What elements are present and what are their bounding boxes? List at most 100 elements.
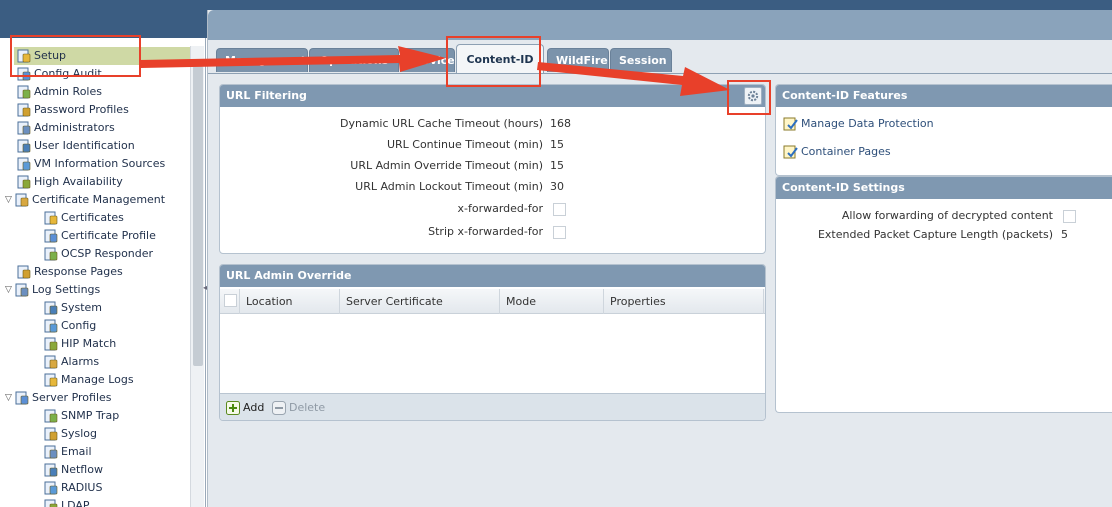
container-pages-link[interactable]: Container Pages bbox=[782, 143, 891, 161]
sidebar-item-syslog[interactable]: Syslog bbox=[44, 425, 97, 443]
settings-value: 5 bbox=[1061, 228, 1068, 241]
sidebar-item-label: User Identification bbox=[34, 139, 135, 152]
uf-label: URL Admin Override Timeout (min) bbox=[350, 159, 543, 172]
uf-label: x-forwarded-for bbox=[457, 202, 544, 215]
uf-row-strip-xff: Strip x-forwarded-for bbox=[220, 223, 765, 241]
sidebar-item-radius[interactable]: RADIUS bbox=[44, 479, 102, 497]
tab-session[interactable]: Session bbox=[610, 48, 672, 72]
sidebar-item-label: Certificate Management bbox=[32, 193, 166, 206]
url-admin-override-title: URL Admin Override bbox=[220, 265, 765, 287]
main-content: Management Operations Services Content-I… bbox=[207, 10, 1112, 507]
sidebar-item-label: Certificates bbox=[61, 211, 124, 224]
user-identification-icon bbox=[17, 139, 31, 153]
sidebar-item-certificate-management[interactable]: ▽ Certificate Management bbox=[5, 191, 165, 209]
sidebar-item-label: Response Pages bbox=[34, 265, 123, 278]
system-icon bbox=[44, 301, 58, 315]
delete-label: Delete bbox=[289, 401, 326, 414]
data-protection-icon bbox=[783, 117, 798, 131]
uf-row-cache-timeout: Dynamic URL Cache Timeout (hours) 168 bbox=[220, 115, 765, 133]
sidebar-item-label: RADIUS bbox=[61, 481, 103, 494]
password-profiles-icon bbox=[17, 103, 31, 117]
sidebar-item-system[interactable]: System bbox=[44, 299, 102, 317]
tab-wildfire[interactable]: WildFire bbox=[547, 48, 609, 72]
column-server-certificate[interactable]: Server Certificate bbox=[340, 289, 500, 314]
sidebar-item-vm-information-sources[interactable]: VM Information Sources bbox=[17, 155, 165, 173]
sidebar-item-label: Administrators bbox=[34, 121, 115, 134]
column-properties[interactable]: Properties bbox=[604, 289, 764, 314]
annotation-box-content-id-tab bbox=[446, 36, 541, 87]
tab-operations[interactable]: Operations bbox=[309, 48, 399, 72]
manage-data-protection-label: Manage Data Protection bbox=[801, 117, 934, 130]
administrators-icon bbox=[17, 121, 31, 135]
certificate-profile-icon bbox=[44, 229, 58, 243]
content-id-settings-panel: Content-ID Settings Allow forwarding of … bbox=[775, 176, 1112, 413]
sidebar-item-user-identification[interactable]: User Identification bbox=[17, 137, 135, 155]
sidebar-item-ldap[interactable]: LDAP bbox=[44, 497, 90, 507]
xff-checkbox[interactable] bbox=[553, 203, 566, 216]
uf-row-xff: x-forwarded-for bbox=[220, 200, 765, 218]
settings-title: Content-ID Settings bbox=[776, 177, 1112, 199]
tab-management[interactable]: Management bbox=[216, 48, 308, 72]
sidebar-item-label: System bbox=[61, 301, 103, 314]
sidebar-item-administrators[interactable]: Administrators bbox=[17, 119, 115, 137]
response-pages-icon bbox=[17, 265, 31, 279]
alarms-icon bbox=[44, 355, 58, 369]
sidebar-item-label: Netflow bbox=[61, 463, 103, 476]
column-mode[interactable]: Mode bbox=[500, 289, 604, 314]
sidebar-item-email[interactable]: Email bbox=[44, 443, 92, 461]
sidebar-item-label: Email bbox=[61, 445, 92, 458]
override-grid-footer: Add Delete bbox=[220, 393, 765, 420]
content-id-features-panel: Content-ID Features Manage Data Protecti… bbox=[775, 84, 1112, 176]
nav-scrollbar-thumb[interactable] bbox=[193, 66, 203, 366]
sidebar-item-high-availability[interactable]: High Availability bbox=[17, 173, 123, 191]
strip-xff-checkbox[interactable] bbox=[553, 226, 566, 239]
nav-scrollbar[interactable] bbox=[190, 46, 204, 507]
uf-value: 15 bbox=[550, 138, 564, 151]
sidebar-item-netflow[interactable]: Netflow bbox=[44, 461, 103, 479]
left-navigation: Setup Config Audit Admin Roles Password Pro… bbox=[0, 38, 206, 507]
container-pages-label: Container Pages bbox=[801, 145, 891, 158]
sidebar-item-ocsp-responder[interactable]: OCSP Responder bbox=[44, 245, 153, 263]
uf-value: 15 bbox=[550, 159, 564, 172]
expand-toggle-icon[interactable]: ▽ bbox=[5, 191, 15, 209]
sidebar-item-hip-match[interactable]: HIP Match bbox=[44, 335, 116, 353]
email-icon bbox=[44, 445, 58, 459]
snmp-trap-icon bbox=[44, 409, 58, 423]
add-button[interactable]: Add bbox=[226, 400, 264, 416]
column-location[interactable]: Location bbox=[240, 289, 340, 314]
sidebar-item-label: Server Profiles bbox=[32, 391, 112, 404]
sidebar-item-snmp-trap[interactable]: SNMP Trap bbox=[44, 407, 119, 425]
sidebar-item-manage-logs[interactable]: Manage Logs bbox=[44, 371, 134, 389]
high-availability-icon bbox=[17, 175, 31, 189]
sidebar-item-password-profiles[interactable]: Password Profiles bbox=[17, 101, 129, 119]
url-admin-override-title-text: URL Admin Override bbox=[226, 269, 352, 282]
expand-toggle-icon[interactable]: ▽ bbox=[5, 281, 15, 299]
select-all-cell bbox=[220, 289, 240, 314]
sidebar-item-certificate-profile[interactable]: Certificate Profile bbox=[44, 227, 156, 245]
device-tree: Setup Config Audit Admin Roles Password Pro… bbox=[0, 38, 190, 507]
url-admin-override-panel: URL Admin Override Location Server Certi… bbox=[219, 264, 766, 421]
features-title: Content-ID Features bbox=[776, 85, 1112, 107]
allow-decrypted-checkbox[interactable] bbox=[1063, 210, 1076, 223]
sidebar-item-log-settings[interactable]: ▽ Log Settings bbox=[5, 281, 100, 299]
uf-label: Dynamic URL Cache Timeout (hours) bbox=[340, 117, 543, 130]
tab-baseline bbox=[208, 73, 1112, 74]
sidebar-item-server-profiles[interactable]: ▽ Server Profiles bbox=[5, 389, 112, 407]
delete-button[interactable]: Delete bbox=[272, 400, 325, 416]
settings-row-packet-capture: Extended Packet Capture Length (packets)… bbox=[776, 226, 1112, 244]
manage-data-protection-link[interactable]: Manage Data Protection bbox=[782, 115, 934, 133]
select-all-checkbox[interactable] bbox=[224, 294, 237, 307]
uf-row-continue-timeout: URL Continue Timeout (min) 15 bbox=[220, 136, 765, 154]
sidebar-item-admin-roles[interactable]: Admin Roles bbox=[17, 83, 102, 101]
server-profiles-icon bbox=[15, 391, 29, 405]
uf-row-override-timeout: URL Admin Override Timeout (min) 15 bbox=[220, 157, 765, 175]
sidebar-item-alarms[interactable]: Alarms bbox=[44, 353, 99, 371]
expand-toggle-icon[interactable]: ▽ bbox=[5, 389, 15, 407]
certificates-icon bbox=[44, 211, 58, 225]
log-settings-icon bbox=[15, 283, 29, 297]
sidebar-item-label: LDAP bbox=[61, 499, 90, 507]
sidebar-item-certificates[interactable]: Certificates bbox=[44, 209, 124, 227]
sidebar-item-response-pages[interactable]: Response Pages bbox=[17, 263, 123, 281]
sidebar-item-config[interactable]: Config bbox=[44, 317, 96, 335]
certificate-management-icon bbox=[15, 193, 29, 207]
